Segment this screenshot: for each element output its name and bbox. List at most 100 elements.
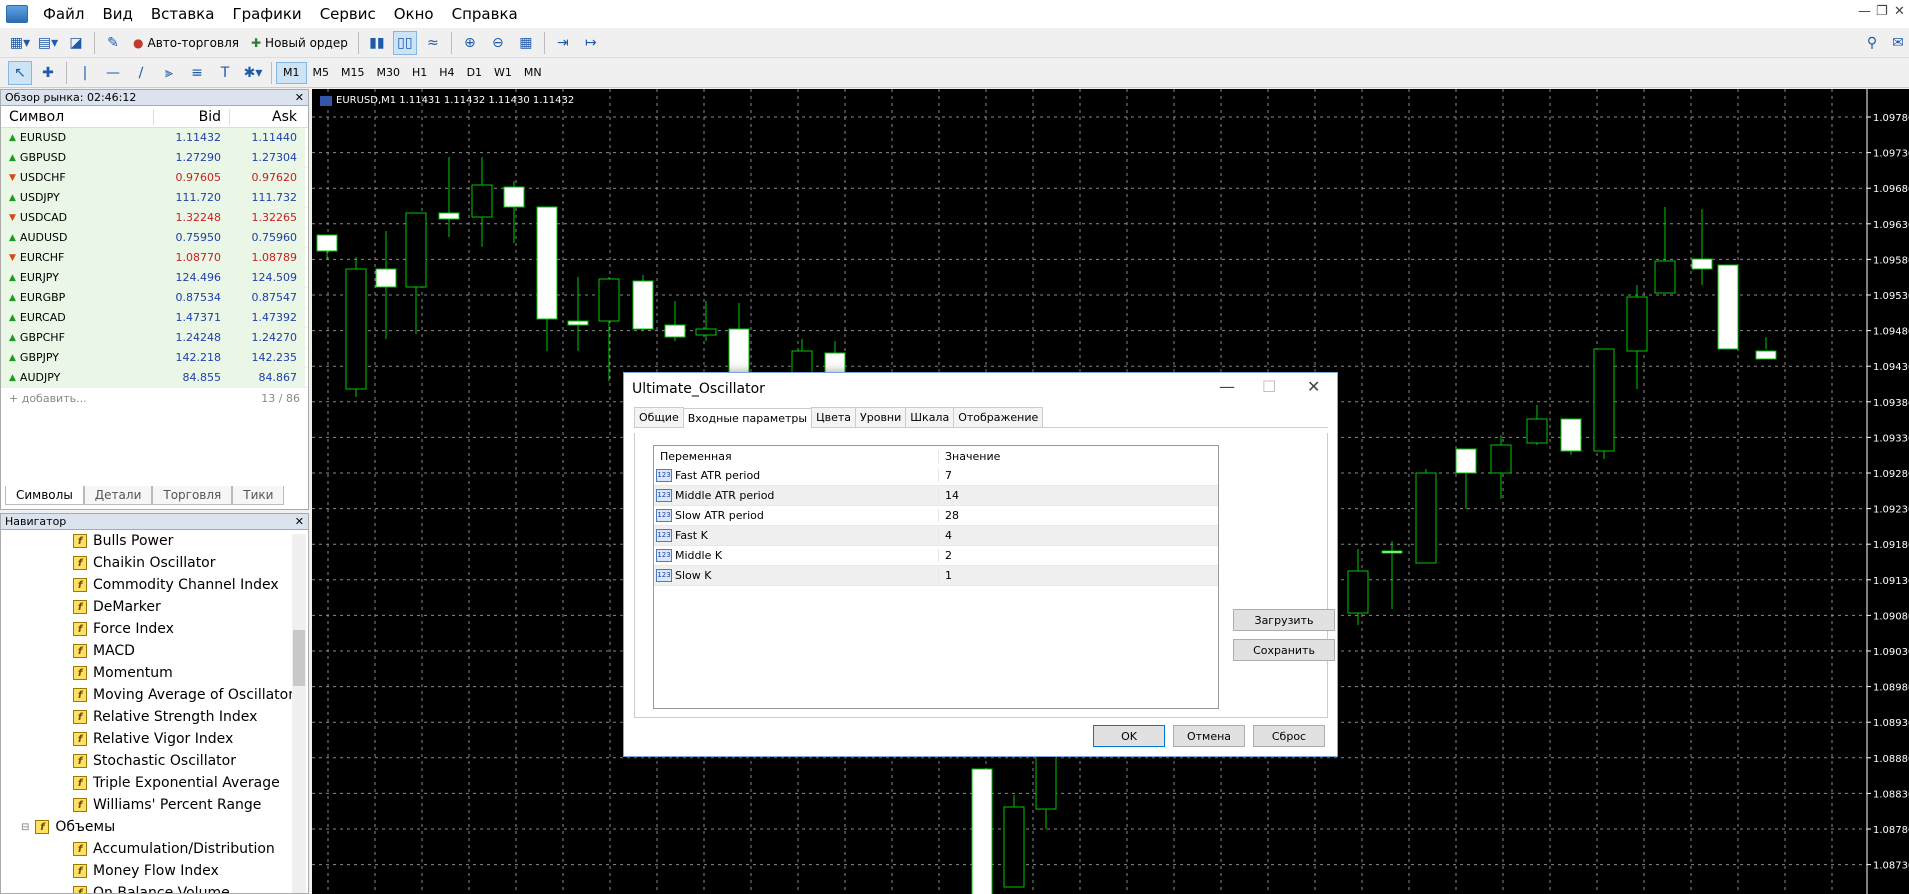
text-icon[interactable]: T (213, 61, 237, 85)
menu-help[interactable]: Справка (443, 0, 527, 28)
close-icon[interactable]: ✕ (1307, 377, 1320, 396)
market-watch-row[interactable]: ▼ USDCAD 1.32248 1.32265 (1, 207, 308, 228)
channel-icon[interactable]: ⫸ (157, 61, 181, 85)
market-watch-row[interactable]: ▼ EURCHF 1.08770 1.08789 (1, 247, 308, 268)
navigator-item[interactable]: f Relative Vigor Index (1, 728, 308, 750)
market-watch-row[interactable]: ▲ EURUSD 1.11432 1.11440 (1, 127, 308, 148)
market-watch-row[interactable]: ▼ USDCHF 0.97605 0.97620 (1, 167, 308, 188)
auto-trading-button[interactable]: ● Авто-торговля (129, 31, 243, 55)
timeframe-m30[interactable]: M30 (371, 62, 407, 84)
market-watch-icon[interactable]: ◪ (64, 31, 88, 55)
column-header-symbol[interactable]: Символ (1, 109, 153, 125)
menu-charts[interactable]: Графики (223, 0, 310, 28)
timeframe-m5[interactable]: M5 (307, 62, 336, 84)
timeframe-w1[interactable]: W1 (488, 62, 518, 84)
tab-colors[interactable]: Цвета (811, 407, 857, 427)
save-button[interactable]: Сохранить (1233, 639, 1335, 661)
navigator-item[interactable]: f Accumulation/Distribution (1, 838, 308, 860)
parameter-value[interactable]: 7 (938, 469, 1218, 482)
parameter-row[interactable]: 123 Fast K4 (654, 526, 1218, 546)
navigator-scrollbar[interactable] (292, 534, 306, 893)
tab-ticks[interactable]: Тики (232, 486, 285, 505)
chart-shift-icon[interactable]: ⇥ (551, 31, 575, 55)
menu-insert[interactable]: Вставка (142, 0, 224, 28)
navigator-item[interactable]: f Relative Strength Index (1, 706, 308, 728)
navigator-item[interactable]: f Chaikin Oscillator (1, 552, 308, 574)
fibonacci-icon[interactable]: ≡ (185, 61, 209, 85)
tab-input-parameters[interactable]: Входные параметры (682, 408, 813, 428)
close-icon[interactable]: ✕ (295, 90, 304, 106)
navigator-item[interactable]: ⊟ f Объемы (1, 816, 308, 838)
chat-icon[interactable]: ✉ (1886, 31, 1909, 55)
timeframe-m15[interactable]: M15 (335, 62, 371, 84)
market-watch-row[interactable]: ▲ AUDJPY 84.855 84.867 (1, 367, 308, 388)
timeframe-h4[interactable]: H4 (433, 62, 460, 84)
parameter-value[interactable]: 4 (938, 529, 1218, 542)
trendline-icon[interactable]: ∕ (129, 61, 153, 85)
market-watch-row[interactable]: ▲ USDJPY 111.720 111.732 (1, 187, 308, 208)
parameter-value[interactable]: 2 (938, 549, 1218, 562)
menu-window[interactable]: Окно (385, 0, 443, 28)
zoom-in-icon[interactable]: ⊕ (458, 31, 482, 55)
reset-button[interactable]: Сброс (1253, 725, 1325, 747)
tab-levels[interactable]: Уровни (855, 407, 907, 427)
menu-view[interactable]: Вид (93, 0, 141, 28)
menu-file[interactable]: Файл (34, 0, 93, 28)
market-watch-row[interactable]: ▲ EURGBP 0.87534 0.87547 (1, 287, 308, 308)
parameter-row[interactable]: 123 Middle K2 (654, 546, 1218, 566)
menu-tools[interactable]: Сервис (311, 0, 385, 28)
navigator-item[interactable]: f MACD (1, 640, 308, 662)
search-icon[interactable]: ⚲ (1860, 31, 1884, 55)
parameter-value[interactable]: 1 (938, 569, 1218, 582)
scrollbar-thumb[interactable] (293, 630, 305, 686)
ok-button[interactable]: OK (1093, 725, 1165, 747)
navigator-item[interactable]: f Commodity Channel Index (1, 574, 308, 596)
crosshair-icon[interactable]: ✚ (36, 61, 60, 85)
navigator-item[interactable]: f Stochastic Oscillator (1, 750, 308, 772)
market-watch-row[interactable]: ▲ EURCAD 1.47371 1.47392 (1, 307, 308, 328)
cursor-icon[interactable]: ↖ (8, 60, 32, 85)
tab-symbols[interactable]: Символы (5, 486, 84, 505)
parameter-value[interactable]: 28 (938, 509, 1218, 522)
navigator-item[interactable]: f Money Flow Index (1, 860, 308, 882)
profiles-icon[interactable]: ▤▾ (36, 31, 60, 55)
navigator-item[interactable]: f Triple Exponential Average (1, 772, 308, 794)
timeframe-d1[interactable]: D1 (461, 62, 488, 84)
navigator-item[interactable]: f DeMarker (1, 596, 308, 618)
tab-scale[interactable]: Шкала (905, 407, 955, 427)
market-watch-row[interactable]: ▲ GBPJPY 142.218 142.235 (1, 347, 308, 368)
tab-trading[interactable]: Торговля (152, 486, 233, 505)
market-watch-row[interactable]: ▲ EURJPY 124.496 124.509 (1, 267, 308, 288)
candlestick-icon[interactable]: ▯▯ (392, 30, 417, 55)
timeframe-h1[interactable]: H1 (406, 62, 433, 84)
market-watch-row[interactable]: ▲ GBPCHF 1.24248 1.24270 (1, 327, 308, 348)
tab-details[interactable]: Детали (83, 486, 153, 505)
close-icon[interactable]: ✕ (295, 514, 304, 530)
minimize-icon[interactable]: — (1219, 377, 1235, 396)
zoom-out-icon[interactable]: ⊖ (486, 31, 510, 55)
parameter-row[interactable]: 123 Middle ATR period 14 (654, 486, 1218, 506)
timeframe-m1[interactable]: M1 (276, 61, 307, 84)
parameter-row[interactable]: 123 Slow K1 (654, 566, 1218, 586)
market-watch-row[interactable]: ▲ AUDUSD 0.75950 0.75960 (1, 227, 308, 248)
line-chart-icon[interactable]: ≈ (421, 31, 445, 55)
timeframe-mn[interactable]: MN (518, 62, 548, 84)
navigator-item[interactable]: f Williams' Percent Range (1, 794, 308, 816)
shapes-icon[interactable]: ✱▾ (241, 61, 265, 85)
minimize-icon[interactable]: — (1858, 4, 1871, 19)
new-chart-icon[interactable]: ▦▾ (8, 31, 32, 55)
column-header-ask[interactable]: Ask (229, 108, 305, 125)
horizontal-line-icon[interactable]: — (101, 61, 125, 85)
navigator-item[interactable]: f Momentum (1, 662, 308, 684)
load-button[interactable]: Загрузить (1233, 609, 1335, 631)
close-icon[interactable]: ✕ (1894, 4, 1905, 19)
column-header-bid[interactable]: Bid (153, 108, 229, 125)
cancel-button[interactable]: Отмена (1173, 725, 1245, 747)
new-order-button[interactable]: ✚ Новый ордер (247, 31, 352, 55)
market-watch-row[interactable]: ▲ GBPUSD 1.27290 1.27304 (1, 147, 308, 168)
parameter-row[interactable]: 123 Slow ATR period 28 (654, 506, 1218, 526)
tab-general[interactable]: Общие (634, 407, 684, 427)
parameter-value[interactable]: 14 (938, 489, 1218, 502)
navigator-item[interactable]: f Force Index (1, 618, 308, 640)
metaeditor-icon[interactable]: ✎ (101, 31, 125, 55)
